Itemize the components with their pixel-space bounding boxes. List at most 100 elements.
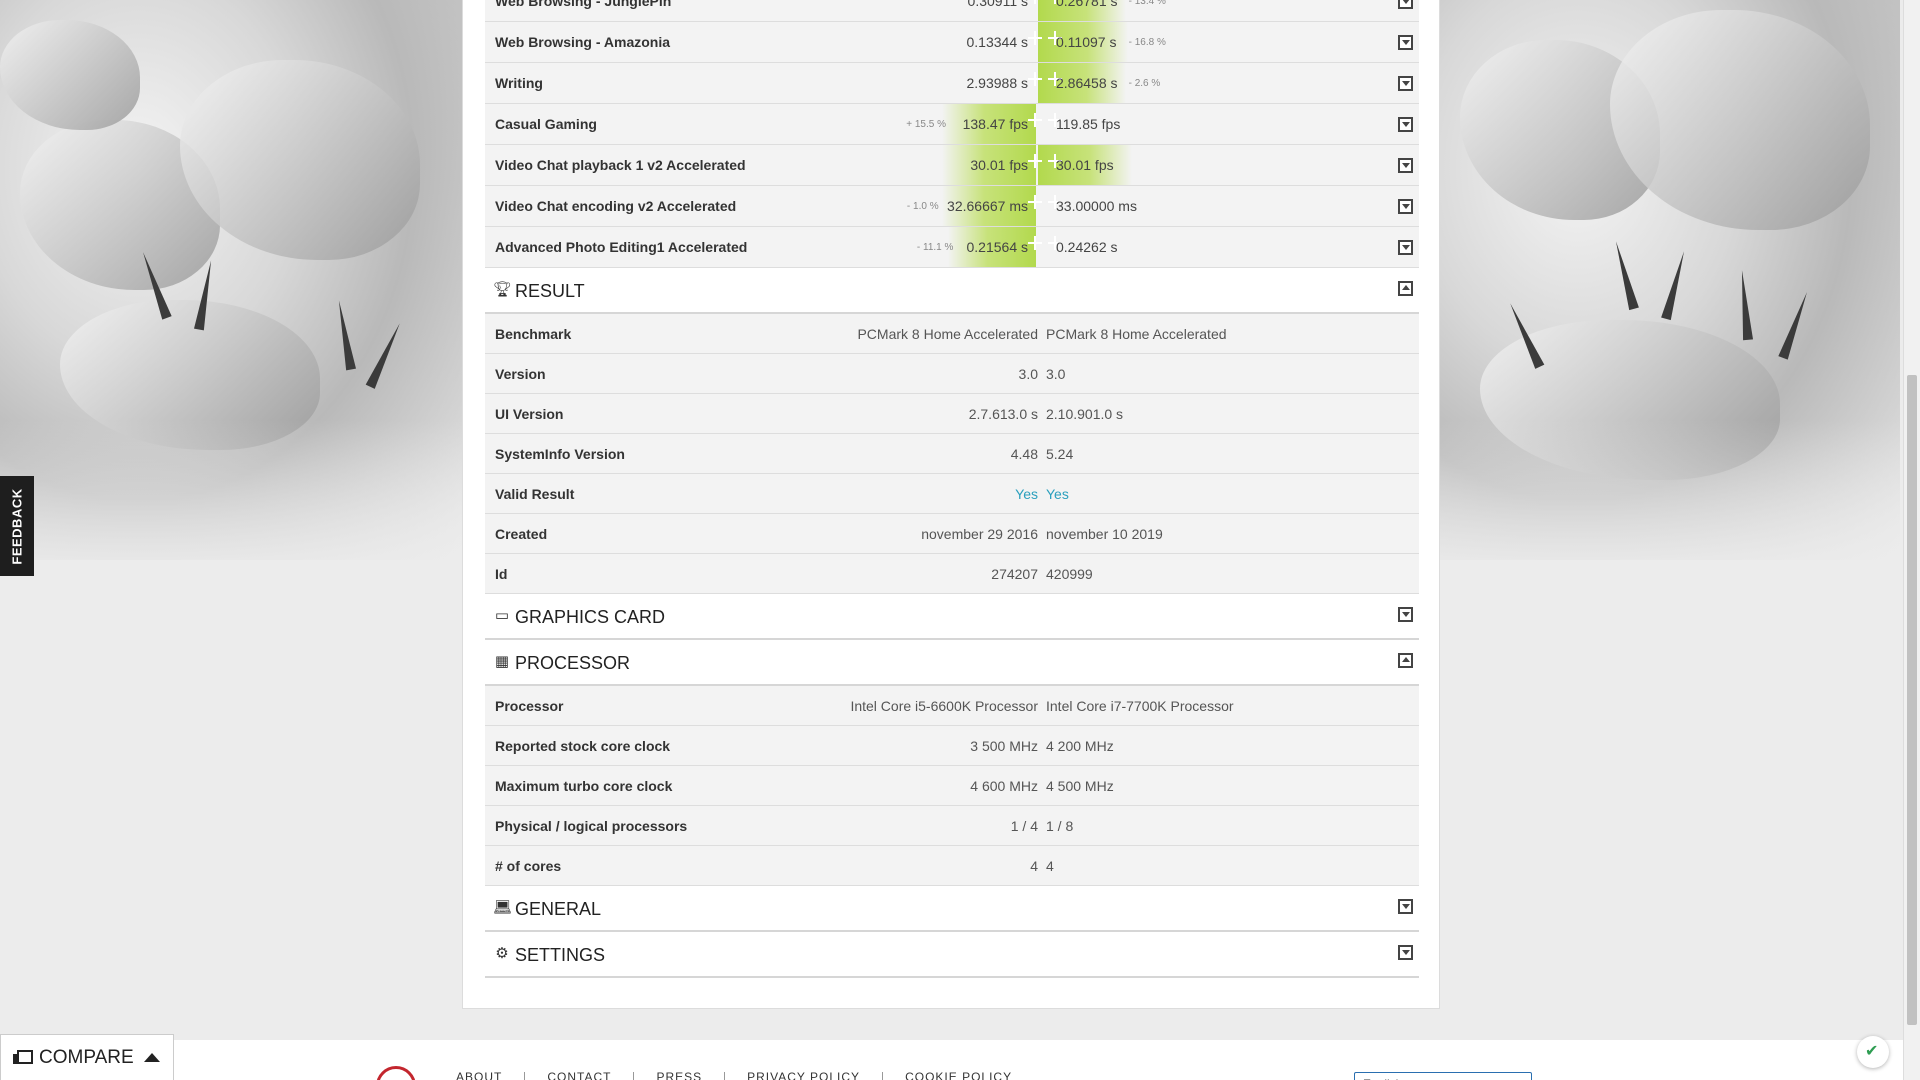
section-settings[interactable]: ⚙ SETTINGS [485, 932, 1419, 978]
percent-diff-right: - 13.4 % [1128, 0, 1166, 7]
expand-icon[interactable] [1398, 158, 1413, 173]
feedback-tab[interactable]: FEEDBACK [0, 476, 34, 576]
expand-icon[interactable] [1398, 607, 1413, 622]
section-title: SETTINGS [515, 945, 606, 965]
percent-diff-right: - 2.6 % [1128, 78, 1161, 89]
value-right: 4 [1046, 858, 1054, 874]
detail-row: Benchmark PCMark 8 Home Accelerated PCMark… [485, 314, 1419, 354]
footer-separator [882, 1071, 884, 1080]
test-row: Advanced Photo Editing1 Accelerated 0.215… [485, 227, 1419, 268]
footer-link[interactable]: CONTACT [547, 1070, 611, 1080]
detail-row: Valid Result Yes Yes [485, 474, 1419, 514]
test-row: Video Chat playback 1 v2 Accelerated 30.0… [485, 145, 1419, 186]
section-general[interactable]: 💻︎ GENERAL [485, 886, 1419, 932]
value-left: november 29 2016 [921, 526, 1038, 542]
score-left: 2.93988 s [966, 75, 1029, 91]
page-scrollbar[interactable] [1903, 0, 1920, 1080]
plus-icon[interactable] [1028, 0, 1042, 4]
site-footer: ABOUT CONTACT PRESS PRIVACY POLICY COOKIE PO… [174, 1040, 1903, 1080]
expand-icon[interactable] [1398, 240, 1413, 255]
value-right: 2.10.901.0 s [1046, 406, 1124, 422]
test-name: Web Browsing - JunglePin [495, 0, 672, 9]
expand-icon[interactable] [1398, 76, 1413, 91]
expand-icon[interactable] [1398, 117, 1413, 132]
percent-diff-left: + 15.5 % [906, 119, 946, 130]
test-row: Web Browsing - Amazonia 0.13344 s 0.11097 … [485, 22, 1419, 63]
detail-label: Id [495, 566, 508, 582]
compare-bar[interactable]: COMPARE [0, 1034, 174, 1080]
score-right: 2.86458 s [1056, 75, 1118, 91]
plus-icon[interactable] [1028, 72, 1042, 86]
plus-icon[interactable] [1028, 113, 1042, 127]
footer-link[interactable]: PRESS [656, 1070, 702, 1080]
value-left: 2.7.613.0 s [968, 406, 1038, 422]
laptop-icon: 💻︎ [493, 899, 513, 916]
expand-icon[interactable] [1398, 945, 1413, 960]
detail-row: Id 274207 420999 [485, 554, 1419, 594]
panel-content: Web Browsing - JunglePin 0.30911 s 0.26781… [485, 0, 1419, 978]
value-left: 4 [1030, 858, 1038, 874]
detail-row: UI Version 2.7.613.0 s 2.10.901.0 s [485, 394, 1419, 434]
detail-label: Physical / logical processors [495, 818, 688, 834]
test-name: Web Browsing - Amazonia [495, 34, 671, 50]
score-right: 0.24262 s [1056, 239, 1118, 255]
score-left: 0.30911 s [967, 0, 1028, 9]
processor-rows: Processor Intel Core i5-6600K Processor In… [485, 686, 1419, 886]
value-left: 1 / 4 [1010, 818, 1038, 834]
compare-label: COMPARE [39, 1046, 134, 1068]
detail-label: Created [495, 526, 548, 542]
chevron-up-icon[interactable] [143, 1053, 160, 1062]
value-left: 4 600 MHz [970, 778, 1038, 794]
score-right: 0.11097 s [1056, 34, 1117, 50]
ul-logo[interactable] [376, 1066, 416, 1080]
value-right: PCMark 8 Home Accelerated [1046, 326, 1227, 342]
value-right: 5.24 [1046, 446, 1074, 462]
detail-label: SystemInfo Version [495, 446, 625, 462]
test-row: Writing 2.93988 s 2.86458 s - 2.6 % [485, 63, 1419, 104]
expand-icon[interactable] [1398, 0, 1413, 9]
detail-row: Processor Intel Core i5-6600K Processor In… [485, 686, 1419, 726]
section-title: GENERAL [515, 899, 602, 919]
security-shield-icon[interactable] [1857, 1036, 1889, 1068]
value-right[interactable]: Yes [1046, 474, 1069, 514]
detail-label: Reported stock core clock [495, 738, 671, 754]
detail-label: Maximum turbo core clock [495, 778, 673, 794]
plus-icon[interactable] [1028, 31, 1042, 45]
footer-link[interactable]: COOKIE POLICY [905, 1070, 1012, 1080]
percent-diff-left: - 11.1 % [916, 242, 954, 253]
plus-icon[interactable] [1028, 195, 1042, 209]
detail-row: Reported stock core clock 3 500 MHz 4 200 … [485, 726, 1419, 766]
section-processor[interactable]: ▦ PROCESSOR [485, 640, 1419, 686]
expand-icon[interactable] [1398, 199, 1413, 214]
section-graphics-card[interactable]: ▭ GRAPHICS CARD [485, 594, 1419, 640]
value-left: 4.48 [1010, 446, 1038, 462]
plus-icon[interactable] [1028, 236, 1042, 250]
expand-icon[interactable] [1398, 899, 1413, 914]
value-left: 274207 [991, 566, 1038, 582]
footer-separator [724, 1071, 726, 1080]
footer-link[interactable]: PRIVACY POLICY [747, 1070, 860, 1080]
detail-row: Maximum turbo core clock 4 600 MHz 4 500 M… [485, 766, 1419, 806]
language-select[interactable]: English [1354, 1072, 1532, 1080]
plus-icon[interactable] [1028, 154, 1042, 168]
footer-link[interactable]: ABOUT [456, 1070, 502, 1080]
expand-icon[interactable] [1398, 35, 1413, 50]
section-result[interactable]: 🏆︎ RESULT [485, 268, 1419, 314]
footer-separator [633, 1071, 635, 1080]
collapse-icon[interactable] [1398, 281, 1413, 296]
test-row: Casual Gaming 138.47 fps 119.85 fps + 15.5 … [485, 104, 1419, 145]
scrollbar-thumb[interactable] [1907, 375, 1917, 1025]
score-right: 0.26781 s [1056, 0, 1118, 9]
value-right: 420999 [1046, 566, 1093, 582]
score-left: 0.13344 s [966, 34, 1029, 50]
score-left: 32.66667 ms [947, 198, 1028, 214]
detail-label: Processor [495, 698, 564, 714]
collapse-icon[interactable] [1398, 653, 1413, 668]
value-left[interactable]: Yes [1015, 474, 1038, 514]
detail-row: # of cores 4 4 [485, 846, 1419, 886]
compare-icon [13, 1049, 33, 1066]
detail-row: Physical / logical processors 1 / 4 1 / 8 [485, 806, 1419, 846]
score-left: 138.47 fps [962, 116, 1028, 132]
detail-row: SystemInfo Version 4.48 5.24 [485, 434, 1419, 474]
detail-label: Version [495, 366, 546, 382]
